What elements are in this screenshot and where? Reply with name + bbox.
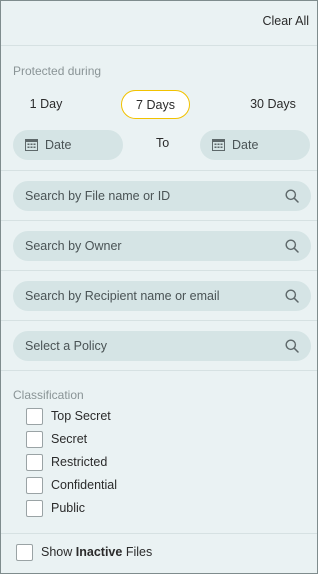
checkbox-label: Restricted [51,455,108,469]
policy-select[interactable]: Select a Policy [13,331,311,361]
show-inactive-bold: Inactive [75,545,123,559]
owner-search-input[interactable]: Search by Owner [13,231,311,261]
owner-search-placeholder: Search by Owner [25,239,122,253]
checkbox-label: Public [51,501,86,515]
search-icon[interactable] [285,239,299,253]
checkbox-label: Top Secret [51,409,111,423]
range-30-days-button[interactable]: 30 Days [239,90,307,119]
checkbox-label: Confidential [51,478,118,492]
search-icon[interactable] [285,289,299,303]
checkbox-label: Secret [51,432,88,446]
recipient-search-input[interactable]: Search by Recipient name or email [13,281,311,311]
checkbox[interactable] [26,477,43,494]
search-icon[interactable] [285,189,299,203]
range-1-day-button[interactable]: 1 Day [15,90,77,119]
divider [1,533,317,534]
date-from-placeholder: Date [45,138,72,152]
range-7-days-button[interactable]: 7 Days [121,90,190,119]
filter-panel: Clear All Protected during 1 Day 7 Days … [0,0,318,574]
divider [1,370,317,371]
clear-all-button[interactable]: Clear All [262,14,309,28]
protected-during-label: Protected during [13,64,102,78]
show-inactive-prefix: Show [41,545,73,559]
show-inactive-suffix: Files [125,545,153,559]
checkbox[interactable] [26,431,43,448]
date-to-placeholder: Date [232,138,259,152]
checkbox[interactable] [26,500,43,517]
file-search-input[interactable]: Search by File name or ID [13,181,311,211]
to-label: To [156,136,170,150]
show-inactive-checkbox[interactable] [16,544,33,561]
divider [1,270,317,271]
divider [1,220,317,221]
filter-header: Clear All [1,1,317,46]
search-icon[interactable] [285,339,299,353]
calendar-icon [25,139,38,151]
policy-select-placeholder: Select a Policy [25,339,107,353]
date-to-field[interactable]: Date [200,130,310,160]
checkbox[interactable] [26,408,43,425]
divider [1,320,317,321]
divider [1,170,317,171]
calendar-icon [212,139,225,151]
classification-label: Classification [13,388,84,402]
recipient-search-placeholder: Search by Recipient name or email [25,289,220,303]
show-inactive-label: Show Inactive Files [41,545,152,559]
date-from-field[interactable]: Date [13,130,123,160]
checkbox[interactable] [26,454,43,471]
file-search-placeholder: Search by File name or ID [25,189,171,203]
